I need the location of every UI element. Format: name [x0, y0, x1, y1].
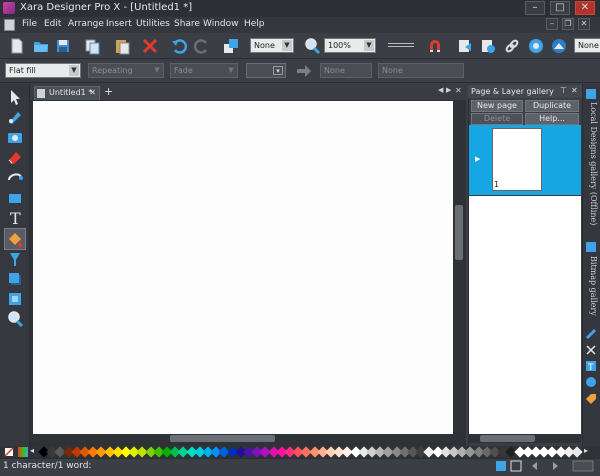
right-none-select[interactable]: None [574, 38, 600, 53]
snap-status-icon[interactable] [495, 460, 507, 472]
menu-insert[interactable]: Insert [106, 19, 132, 29]
svg-text:T: T [10, 209, 21, 227]
blend-mode-select[interactable]: None ▼ [250, 38, 294, 53]
quality-status-icon[interactable] [572, 459, 594, 473]
paste-icon[interactable] [113, 37, 131, 55]
arrow-right-icon [297, 65, 311, 77]
menu-file[interactable]: File [22, 19, 37, 29]
menu-share[interactable]: Share [174, 19, 200, 29]
document-icon[interactable] [4, 19, 15, 31]
doc-restore-button[interactable]: ❐ [562, 18, 574, 30]
page-number: 1 [494, 180, 500, 189]
delete-icon[interactable] [141, 37, 159, 55]
color-picker-icon[interactable] [18, 447, 28, 457]
gallery-pin-icon[interactable]: ⊤ [560, 86, 567, 95]
bevel-tool-icon[interactable] [6, 290, 24, 308]
app-logo-icon[interactable] [3, 2, 15, 14]
transparency-tool-icon[interactable] [6, 250, 24, 268]
rectangle-tool-icon[interactable] [6, 189, 24, 207]
palette-scroll-left[interactable]: ◂ [30, 446, 38, 458]
tag-gallery-icon[interactable] [585, 393, 597, 405]
new-page-button[interactable]: New page [471, 100, 523, 112]
snap-magnet-icon[interactable] [426, 37, 444, 55]
none-field-2[interactable]: None [378, 63, 464, 78]
line-width-slider[interactable] [388, 43, 414, 47]
svg-text:T: T [587, 363, 594, 372]
document-tab-icon [37, 89, 45, 98]
page-thumbnail[interactable] [492, 128, 542, 191]
menu-help[interactable]: Help [244, 19, 265, 29]
vertical-scroll-thumb[interactable] [455, 205, 463, 260]
menu-arrange[interactable]: Arrange [68, 19, 104, 29]
line-gallery-icon[interactable] [585, 344, 597, 356]
copy-icon[interactable] [83, 37, 101, 55]
window-title: Xara Designer Pro X - [Untitled1 *] [20, 2, 193, 13]
font-gallery-icon[interactable]: T [585, 360, 597, 372]
shadow-tool-icon[interactable] [6, 270, 24, 288]
vertical-scrollbar[interactable] [454, 101, 464, 434]
gallery-close-button[interactable]: ✕ [571, 86, 578, 95]
no-color-swatch-icon[interactable] [4, 447, 14, 457]
minimize-button[interactable]: – [525, 1, 545, 15]
new-document-icon[interactable] [8, 37, 26, 55]
delete-button[interactable]: Delete [471, 113, 523, 125]
mode-status-icon[interactable] [510, 460, 522, 472]
zoom-icon[interactable] [303, 37, 321, 55]
menu-window[interactable]: Window [203, 19, 239, 29]
new-tab-button[interactable]: + [104, 86, 113, 98]
fade-select[interactable]: Fade ▼ [170, 63, 238, 78]
save-icon[interactable] [54, 37, 72, 55]
open-folder-icon[interactable] [32, 37, 50, 55]
web-preview-icon[interactable] [527, 37, 545, 55]
menu-utilities[interactable]: Utilities [136, 19, 170, 29]
shape-editor-tool-icon[interactable] [6, 168, 24, 186]
fill-type-select[interactable]: Flat fill ▼ [5, 63, 81, 78]
tab-scroll-left-button[interactable]: ◀ [438, 86, 443, 94]
bitmap-gallery-icon[interactable] [585, 241, 597, 253]
doc-minimize-button[interactable]: – [546, 18, 558, 30]
color-gallery-icon[interactable] [585, 328, 597, 340]
gallery-empty-area [469, 196, 581, 434]
eraser-tool-icon[interactable] [6, 148, 24, 166]
page-expand-icon[interactable]: ▶ [475, 155, 480, 163]
publish-icon[interactable] [479, 37, 497, 55]
link-icon[interactable] [503, 37, 521, 55]
repeating-select[interactable]: Repeating ▼ [88, 63, 164, 78]
selector-tool-icon[interactable] [6, 88, 24, 106]
status-text: 1 character/1 word: [3, 461, 92, 471]
web-export-icon[interactable] [550, 37, 568, 55]
undo-icon[interactable] [170, 37, 188, 55]
text-tool-icon[interactable]: T [6, 209, 24, 227]
none-field-1[interactable]: None [320, 63, 372, 78]
local-designs-tab[interactable]: Local Designs gallery (Offline) [584, 102, 598, 232]
tab-close-button[interactable]: ✕ [455, 86, 462, 95]
photo-tool-icon[interactable] [6, 128, 24, 146]
fill-tool-icon[interactable] [6, 230, 24, 248]
close-button[interactable]: ✕ [575, 1, 595, 15]
local-designs-icon[interactable] [585, 88, 597, 100]
duplicate-button[interactable]: Duplicate [525, 100, 579, 112]
gallery-scroll-thumb[interactable] [480, 435, 535, 442]
contour-tool-icon[interactable] [6, 108, 24, 126]
menu-edit[interactable]: Edit [44, 19, 61, 29]
redo-icon[interactable] [193, 37, 211, 55]
drawing-canvas[interactable] [33, 101, 453, 434]
tab-scroll-right-button[interactable]: ▶ [446, 86, 451, 94]
page-nav-icon[interactable] [530, 461, 560, 471]
zoom-select[interactable]: 100% ▼ [324, 38, 376, 53]
doc-close-button[interactable]: ✕ [578, 18, 590, 30]
export-icon[interactable] [456, 37, 474, 55]
palette-menu-button[interactable]: ▸ [584, 446, 596, 458]
help-button[interactable]: Help... [525, 113, 579, 125]
maximize-button[interactable]: □ [550, 1, 570, 15]
bitmap-gallery-tab[interactable]: Bitmap gallery [584, 256, 598, 318]
fill-gallery-icon[interactable] [585, 376, 597, 388]
arrange-icon[interactable] [222, 37, 240, 55]
zoom-tool-icon[interactable] [6, 310, 24, 328]
horizontal-scroll-thumb[interactable] [170, 435, 275, 442]
color-swatch-select[interactable]: ▾ [246, 63, 286, 78]
